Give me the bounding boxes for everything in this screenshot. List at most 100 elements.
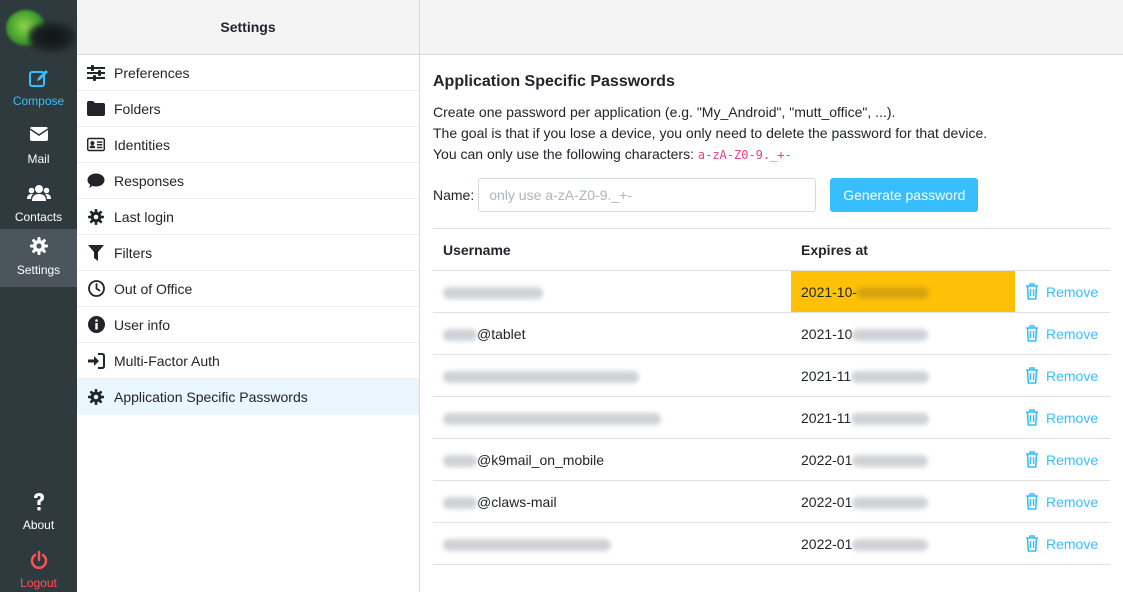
username-cell xyxy=(433,396,791,439)
clock-icon xyxy=(87,280,105,298)
remove-button[interactable]: Remove xyxy=(1025,409,1110,426)
passwords-table: Username Expires at 2021-10- Remove @tab… xyxy=(433,228,1110,565)
table-row: @tablet 2021-10 Remove xyxy=(433,312,1110,355)
description-line: You can only use the following character… xyxy=(433,144,1111,166)
remove-label: Remove xyxy=(1046,535,1099,552)
redacted-text xyxy=(443,538,611,551)
redacted-text xyxy=(851,412,930,425)
username-text: @k9mail_on_mobile xyxy=(477,451,605,468)
page-title: Application Specific Passwords xyxy=(433,73,675,90)
column-header-actions xyxy=(1015,228,1110,271)
expires-cell: 2022-01 xyxy=(791,438,1015,481)
actions-cell: Remove xyxy=(1015,270,1110,313)
remove-button[interactable]: Remove xyxy=(1025,535,1110,552)
remove-button[interactable]: Remove xyxy=(1025,283,1110,300)
expires-text: 2022-01 xyxy=(801,535,853,552)
table-row: @claws-mail 2022-01 Remove xyxy=(433,480,1110,523)
expires-text: 2021-11 xyxy=(801,367,852,384)
username-text: @tablet xyxy=(477,325,526,342)
nav-item-out-of-office[interactable]: Out of Office xyxy=(77,271,419,307)
username-cell xyxy=(433,522,791,565)
about-button[interactable]: About xyxy=(0,484,77,542)
compose-label: Compose xyxy=(12,94,65,108)
redacted-text xyxy=(857,286,930,299)
name-input[interactable] xyxy=(478,178,817,212)
nav-item-filters[interactable]: Filters xyxy=(77,235,419,271)
nav-item-application-specific-passwords[interactable]: Application Specific Passwords xyxy=(77,379,419,415)
username-cell xyxy=(433,270,791,313)
settings-button[interactable]: Settings xyxy=(0,229,77,287)
folder-icon xyxy=(87,100,105,118)
nav-item-preferences[interactable]: Preferences xyxy=(77,55,419,91)
expires-cell: 2022-01 xyxy=(791,522,1015,565)
description: Create one password per application (e.g… xyxy=(433,102,1111,166)
expires-cell: 2021-10- xyxy=(791,270,1015,313)
redacted-text xyxy=(443,412,661,425)
mail-button[interactable]: Mail xyxy=(0,118,77,176)
envelope-icon xyxy=(0,126,77,148)
remove-label: Remove xyxy=(1046,409,1099,426)
nav-item-folders[interactable]: Folders xyxy=(77,91,419,127)
trash-icon xyxy=(1026,451,1038,468)
username-cell: @tablet xyxy=(433,312,791,355)
question-icon xyxy=(0,492,77,514)
compose-icon xyxy=(0,68,77,90)
actions-cell: Remove xyxy=(1015,396,1110,439)
table-row: 2021-11 Remove xyxy=(433,354,1110,397)
trash-icon xyxy=(1026,535,1038,552)
compose-button[interactable]: Compose xyxy=(0,60,77,118)
actions-cell: Remove xyxy=(1015,480,1110,523)
logout-button[interactable]: Logout xyxy=(0,542,77,592)
settings-label: Settings xyxy=(16,263,61,277)
filter-icon xyxy=(87,244,105,262)
app-rail: Compose Mail Contacts Settings About Log… xyxy=(0,0,77,592)
trash-icon xyxy=(1026,409,1038,426)
table-row: 2022-01 Remove xyxy=(433,522,1110,565)
sign-in-icon xyxy=(87,352,105,370)
contacts-button[interactable]: Contacts xyxy=(0,176,77,234)
redacted-text xyxy=(443,496,477,509)
remove-label: Remove xyxy=(1046,283,1099,300)
table-row: 2021-11 Remove xyxy=(433,396,1110,439)
gear-icon xyxy=(87,388,105,406)
redacted-text xyxy=(443,454,477,467)
nav-item-identities[interactable]: Identities xyxy=(77,127,419,163)
nav-item-responses[interactable]: Responses xyxy=(77,163,419,199)
table-row: @k9mail_on_mobile 2022-01 Remove xyxy=(433,438,1110,481)
table-header-row: Username Expires at xyxy=(433,228,1110,271)
remove-button[interactable]: Remove xyxy=(1025,367,1110,384)
content-header xyxy=(420,0,1123,55)
nav-item-multi-factor-auth[interactable]: Multi-Factor Auth xyxy=(77,343,419,379)
column-header-username: Username xyxy=(433,228,791,271)
actions-cell: Remove xyxy=(1015,354,1110,397)
redacted-text xyxy=(443,328,477,341)
nav-item-label: Multi-Factor Auth xyxy=(114,352,220,369)
table-row: 2021-10- Remove xyxy=(433,270,1110,313)
allowed-characters-code: a-zA-Z0-9._+- xyxy=(697,148,792,162)
nav-item-user-info[interactable]: User info xyxy=(77,307,419,343)
remove-button[interactable]: Remove xyxy=(1025,451,1110,468)
expires-cell: 2021-10 xyxy=(791,312,1015,355)
power-icon xyxy=(0,550,77,572)
redacted-text xyxy=(852,328,929,341)
trash-icon xyxy=(1026,367,1038,384)
actions-cell: Remove xyxy=(1015,438,1110,481)
description-line: Create one password per application (e.g… xyxy=(433,104,896,120)
gear-icon xyxy=(0,237,77,259)
actions-cell: Remove xyxy=(1015,522,1110,565)
expires-text: 2022-01 xyxy=(801,451,853,468)
remove-button[interactable]: Remove xyxy=(1025,493,1110,510)
nav-item-label: Preferences xyxy=(114,64,190,81)
nav-item-label: Last login xyxy=(114,208,174,225)
remove-button[interactable]: Remove xyxy=(1025,325,1110,342)
nav-item-label: User info xyxy=(114,316,171,333)
nav-item-last-login[interactable]: Last login xyxy=(77,199,419,235)
sliders-icon xyxy=(87,64,105,82)
expires-text: 2021-10- xyxy=(801,283,858,300)
generate-password-button[interactable]: Generate password xyxy=(830,178,979,212)
comment-icon xyxy=(87,172,105,190)
username-text: @claws-mail xyxy=(477,493,557,510)
about-label: About xyxy=(22,518,55,532)
contacts-label: Contacts xyxy=(14,210,63,224)
id-card-icon xyxy=(87,136,105,154)
